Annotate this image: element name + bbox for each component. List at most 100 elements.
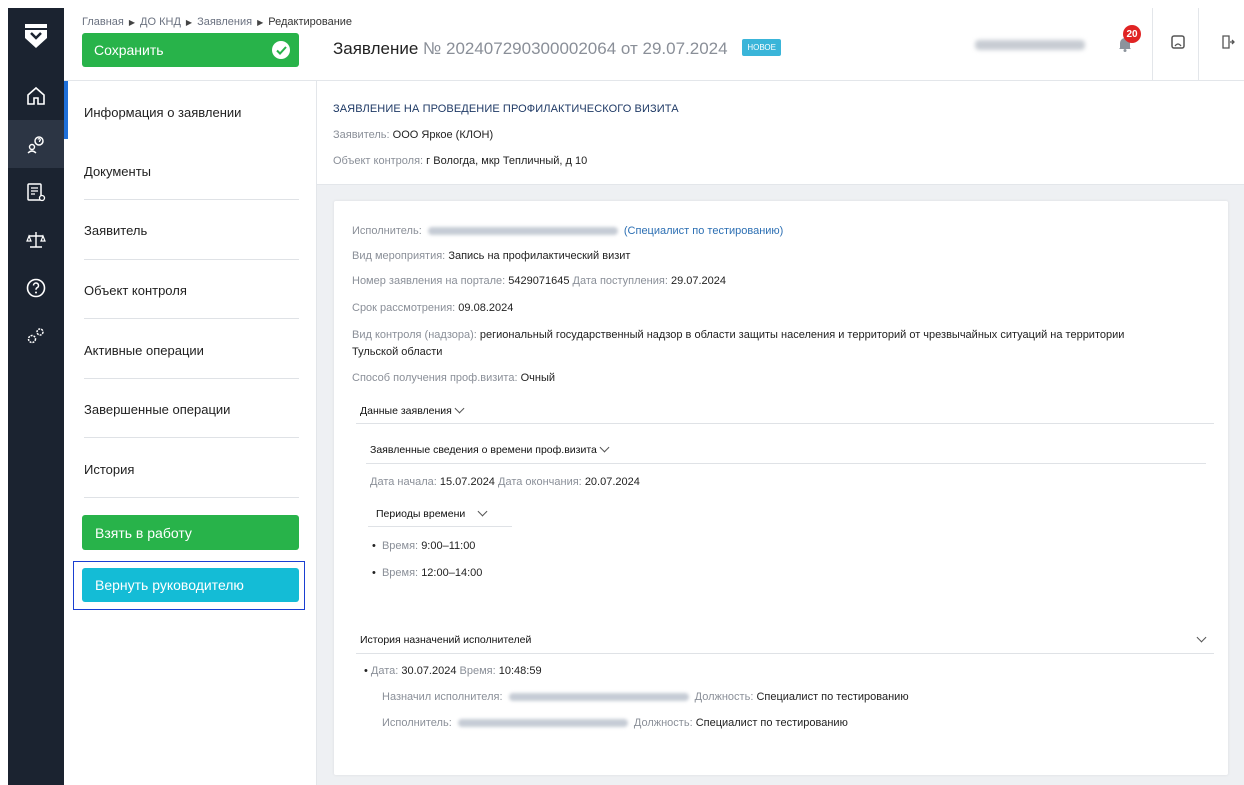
save-button[interactable]: Сохранить	[82, 33, 299, 67]
time-periods-label: Периоды времени	[376, 508, 466, 520]
emblem-logo-icon[interactable]	[8, 8, 64, 64]
control-value: региональный государственный надзор в об…	[479, 329, 1125, 341]
event-label: Вид мероприятия:	[352, 250, 446, 262]
return-to-manager-label: Вернуть руководителю	[95, 577, 244, 593]
position-label: Должность:	[633, 717, 693, 729]
breadcrumb-current: Редактирование	[268, 16, 353, 28]
chevron-down-icon	[477, 506, 488, 517]
applicant-value: ООО Яркое (КЛОН)	[392, 129, 494, 141]
nav-item-active-operations[interactable]: Активные операции	[84, 343, 299, 358]
assigned-by-redacted	[508, 693, 689, 702]
portal-label: Номер заявления на портале:	[352, 275, 506, 287]
section-divider	[356, 653, 1214, 654]
received-label: Дата поступления:	[572, 275, 668, 287]
profile-icon[interactable]	[1171, 35, 1185, 54]
history-executor-label: Исполнитель:	[382, 717, 452, 729]
deadline-value: 09.08.2024	[458, 302, 514, 314]
deadline-row: Срок рассмотрения: 09.08.2024	[352, 302, 513, 314]
breadcrumb-do-knd[interactable]: ДО КНД	[140, 16, 181, 28]
nav-item-documents[interactable]: Документы	[84, 164, 299, 179]
summary-heading: ЗАЯВЛЕНИЕ НА ПРОВЕДЕНИЕ ПРОФИЛАКТИЧЕСКОГ…	[333, 103, 679, 115]
object-value: г Вологда, мкр Тепличный, д 10	[426, 155, 588, 167]
assignment-history-toggle[interactable]: История назначений исполнителей	[360, 634, 531, 646]
object-label: Объект контроля:	[333, 155, 424, 167]
assigned-by-label: Назначил исполнителя:	[382, 691, 503, 703]
control-label: Вид контроля (надзора):	[352, 329, 477, 341]
summary-applicant: Заявитель: ООО Яркое (КЛОН)	[333, 129, 493, 141]
nav-item-history[interactable]: История	[84, 462, 299, 477]
method-label: Способ получения проф.визита:	[352, 372, 518, 384]
check-icon	[272, 41, 290, 59]
executor-name-redacted	[427, 227, 618, 236]
nav-divider	[84, 259, 299, 260]
history-executor-row: Исполнитель: Должность: Специалист по те…	[382, 717, 848, 729]
portal-value: 5429071645	[508, 275, 570, 287]
executor-role-link[interactable]: (Специалист по тестированию)	[624, 225, 783, 237]
title-number: № 202407290300002064	[423, 39, 617, 58]
position-value: Специалист по тестированию	[756, 691, 909, 703]
scales-icon[interactable]	[8, 216, 64, 264]
nav-item-control-object[interactable]: Объект контроля	[84, 283, 299, 298]
time-label: Время:	[381, 540, 419, 552]
application-summary: ЗАЯВЛЕНИЕ НА ПРОВЕДЕНИЕ ПРОФИЛАКТИЧЕСКОГ…	[317, 81, 1244, 185]
event-row: Вид мероприятия: Запись на профилактичес…	[352, 250, 630, 262]
nav-item-info[interactable]: Информация о заявлении	[84, 105, 299, 120]
logout-icon[interactable]	[1221, 35, 1235, 54]
take-to-work-label: Взять в работу	[95, 524, 192, 541]
nav-divider	[84, 378, 299, 379]
deadline-label: Срок рассмотрения:	[352, 302, 456, 314]
title-date: от 29.07.2024	[620, 39, 728, 58]
control-row: Вид контроля (надзора): региональный гос…	[352, 329, 1124, 341]
time-value: 9:00–11:00	[421, 540, 476, 552]
home-icon[interactable]	[8, 72, 64, 120]
start-date-value: 15.07.2024	[439, 476, 495, 488]
declared-time-label: Заявленные сведения о времени проф.визит…	[370, 444, 597, 456]
nav-item-applicant[interactable]: Заявитель	[84, 223, 299, 238]
details-card: Исполнитель: (Специалист по тестированию…	[334, 201, 1228, 775]
nav-active-indicator	[64, 81, 68, 139]
time-value: 12:00–14:00	[421, 567, 483, 579]
nav-item-completed-operations[interactable]: Завершенные операции	[84, 402, 299, 417]
section-divider	[356, 423, 1214, 424]
document-list-icon[interactable]	[8, 168, 64, 216]
received-value: 29.07.2024	[670, 275, 727, 287]
take-to-work-button[interactable]: Взять в работу	[82, 515, 299, 550]
declared-time-toggle[interactable]: Заявленные сведения о времени проф.визит…	[370, 442, 610, 456]
list-item: • Время: 12:00–14:00	[372, 567, 483, 579]
applicant-label: Заявитель:	[333, 129, 390, 141]
method-row: Способ получения проф.визита: Очный	[352, 372, 555, 384]
executor-row: Исполнитель: (Специалист по тестированию…	[352, 225, 783, 237]
end-date-value: 20.07.2024	[584, 476, 640, 488]
start-date-label: Дата начала:	[370, 476, 437, 488]
nav-divider	[84, 437, 299, 438]
breadcrumb-home[interactable]: Главная	[82, 16, 124, 28]
help-icon[interactable]	[8, 264, 64, 312]
breadcrumb: Главная ▶ ДО КНД ▶ Заявления ▶ Редактирование	[82, 16, 353, 28]
search-user-icon[interactable]	[8, 120, 64, 168]
return-to-manager-button[interactable]: Вернуть руководителю	[82, 568, 299, 602]
history-date-value: 30.07.2024	[401, 665, 457, 677]
breadcrumb-applications[interactable]: Заявления	[197, 16, 252, 28]
position-value: Специалист по тестированию	[695, 717, 848, 729]
user-name-redacted[interactable]	[975, 40, 1085, 50]
title-prefix: Заявление	[333, 39, 419, 58]
chevron-down-icon	[599, 442, 610, 453]
history-executor-redacted	[457, 719, 628, 728]
executor-label: Исполнитель:	[352, 225, 422, 237]
end-date-label: Дата окончания:	[498, 476, 582, 488]
dates-row: Дата начала: 15.07.2024 Дата окончания: …	[370, 476, 640, 488]
history-time-value: 10:48:59	[498, 665, 542, 677]
portal-row: Номер заявления на портале: 5429071645 Д…	[352, 275, 726, 287]
nav-divider	[84, 497, 299, 498]
left-navigation: Информация о заявлении Документы Заявите…	[64, 81, 317, 785]
assignment-history-label: История назначений исполнителей	[360, 634, 532, 646]
nav-divider	[84, 199, 299, 200]
section-divider	[368, 526, 512, 527]
nav-divider	[84, 318, 299, 319]
application-data-toggle[interactable]: Данные заявления	[360, 403, 465, 417]
list-item: • Время: 9:00–11:00	[372, 540, 476, 552]
time-periods-toggle[interactable]: Периоды времени	[376, 506, 488, 520]
page-title: Заявление № 202407290300002064 от 29.07.…	[333, 39, 781, 59]
chevron-down-icon[interactable]	[1196, 632, 1207, 643]
settings-icon[interactable]	[8, 312, 64, 360]
